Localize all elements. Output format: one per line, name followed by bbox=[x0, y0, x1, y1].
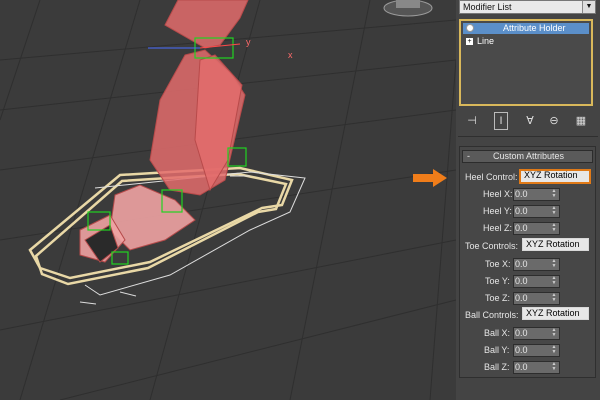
axis-label-x: x bbox=[288, 50, 293, 60]
stack-item-attribute-holder[interactable]: Attribute Holder bbox=[463, 23, 589, 34]
3d-viewport[interactable]: y x bbox=[0, 0, 456, 400]
spinner-arrows-icon[interactable]: ▲ ▼ bbox=[550, 345, 558, 356]
toe-x-value[interactable]: 0.0 bbox=[515, 260, 550, 269]
toe-x-spinner[interactable]: 0.0 ▲ ▼ bbox=[513, 258, 560, 271]
configure-modifier-sets-icon[interactable]: ▦ bbox=[574, 114, 588, 128]
ball-z-label: Ball Z: bbox=[484, 362, 510, 372]
modifier-list-label: Modifier List bbox=[463, 2, 512, 12]
stack-item-label: Line bbox=[477, 36, 495, 46]
toe-y-spinner[interactable]: 0.0 ▲ ▼ bbox=[513, 275, 560, 288]
chevron-down-icon[interactable]: ▼ bbox=[582, 1, 595, 13]
toe-z-spinner[interactable]: 0.0 ▲ ▼ bbox=[513, 292, 560, 305]
ball-x-spinner[interactable]: 0.0 ▲ ▼ bbox=[513, 327, 560, 340]
ball-controls-dropdown[interactable]: XYZ Rotation bbox=[522, 307, 589, 320]
plus-icon[interactable]: + bbox=[466, 38, 473, 45]
show-end-result-icon[interactable]: I bbox=[494, 112, 508, 130]
heel-z-spinner[interactable]: 0.0 ▲ ▼ bbox=[513, 222, 560, 235]
heel-y-value[interactable]: 0.0 bbox=[515, 207, 550, 216]
panel-divider bbox=[458, 136, 598, 137]
viewport-scene: y x bbox=[0, 0, 456, 400]
heel-z-label: Heel Z: bbox=[483, 223, 513, 233]
spinner-arrows-icon[interactable]: ▲ ▼ bbox=[550, 223, 558, 234]
toe-y-value[interactable]: 0.0 bbox=[515, 277, 550, 286]
ball-z-spinner[interactable]: 0.0 ▲ ▼ bbox=[513, 361, 560, 374]
heel-control-dropdown[interactable]: XYZ Rotation bbox=[519, 169, 591, 184]
spinner-arrows-icon[interactable]: ▲ ▼ bbox=[550, 259, 558, 270]
spinner-arrows-icon[interactable]: ▲ ▼ bbox=[550, 293, 558, 304]
make-unique-icon[interactable]: ∀ bbox=[523, 114, 537, 128]
toe-x-label: Toe X: bbox=[485, 259, 511, 269]
ball-y-value[interactable]: 0.0 bbox=[515, 346, 550, 355]
heel-y-label: Heel Y: bbox=[483, 206, 512, 216]
heel-control-label: Heel Control: bbox=[465, 172, 518, 182]
heel-x-value[interactable]: 0.0 bbox=[515, 190, 550, 199]
spinner-arrows-icon[interactable]: ▲ ▼ bbox=[550, 206, 558, 217]
spinner-arrows-icon[interactable]: ▲ ▼ bbox=[550, 328, 558, 339]
heel-y-spinner[interactable]: 0.0 ▲ ▼ bbox=[513, 205, 560, 218]
modifier-stack[interactable]: Attribute Holder + Line bbox=[459, 19, 593, 106]
heel-x-spinner[interactable]: 0.0 ▲ ▼ bbox=[513, 188, 560, 201]
axis-label-y: y bbox=[246, 37, 251, 47]
spinner-arrows-icon[interactable]: ▲ ▼ bbox=[550, 362, 558, 373]
spinner-arrows-icon[interactable]: ▲ ▼ bbox=[550, 276, 558, 287]
rollout-title: Custom Attributes bbox=[493, 151, 565, 161]
toe-z-value[interactable]: 0.0 bbox=[515, 294, 550, 303]
heel-x-label: Heel X: bbox=[483, 189, 513, 199]
toe-controls-dropdown[interactable]: XYZ Rotation bbox=[522, 238, 589, 251]
toe-y-label: Toe Y: bbox=[485, 276, 510, 286]
spinner-arrows-icon[interactable]: ▲ ▼ bbox=[550, 189, 558, 200]
ball-y-spinner[interactable]: 0.0 ▲ ▼ bbox=[513, 344, 560, 357]
toe-controls-label: Toe Controls: bbox=[465, 241, 519, 251]
custom-attributes-rollout: - Custom Attributes Heel Control: XYZ Ro… bbox=[459, 146, 596, 378]
heel-z-value[interactable]: 0.0 bbox=[515, 224, 550, 233]
ball-x-value[interactable]: 0.0 bbox=[515, 329, 550, 338]
remove-modifier-icon[interactable]: ⊖ bbox=[547, 114, 561, 128]
toe-z-label: Toe Z: bbox=[485, 293, 511, 303]
collapse-icon[interactable]: - bbox=[467, 151, 470, 162]
ball-x-label: Ball X: bbox=[484, 328, 511, 338]
ball-controls-label: Ball Controls: bbox=[465, 310, 519, 320]
lightbulb-icon[interactable] bbox=[466, 24, 474, 32]
orange-arrow-icon bbox=[413, 169, 447, 187]
pin-stack-icon[interactable]: ⊣ bbox=[465, 114, 479, 128]
viewcube-icon bbox=[396, 0, 420, 8]
modifier-list-dropdown[interactable]: Modifier List ▼ bbox=[459, 0, 596, 14]
stack-item-label: Attribute Holder bbox=[503, 23, 566, 33]
ball-z-value[interactable]: 0.0 bbox=[515, 363, 550, 372]
stack-toolbar: ⊣ I ∀ ⊖ ▦ bbox=[459, 112, 593, 130]
rollout-header[interactable]: - Custom Attributes bbox=[462, 150, 593, 163]
ball-y-label: Ball Y: bbox=[484, 345, 510, 355]
stack-item-line[interactable]: + Line bbox=[463, 36, 589, 47]
viewport-grid bbox=[0, 0, 456, 400]
